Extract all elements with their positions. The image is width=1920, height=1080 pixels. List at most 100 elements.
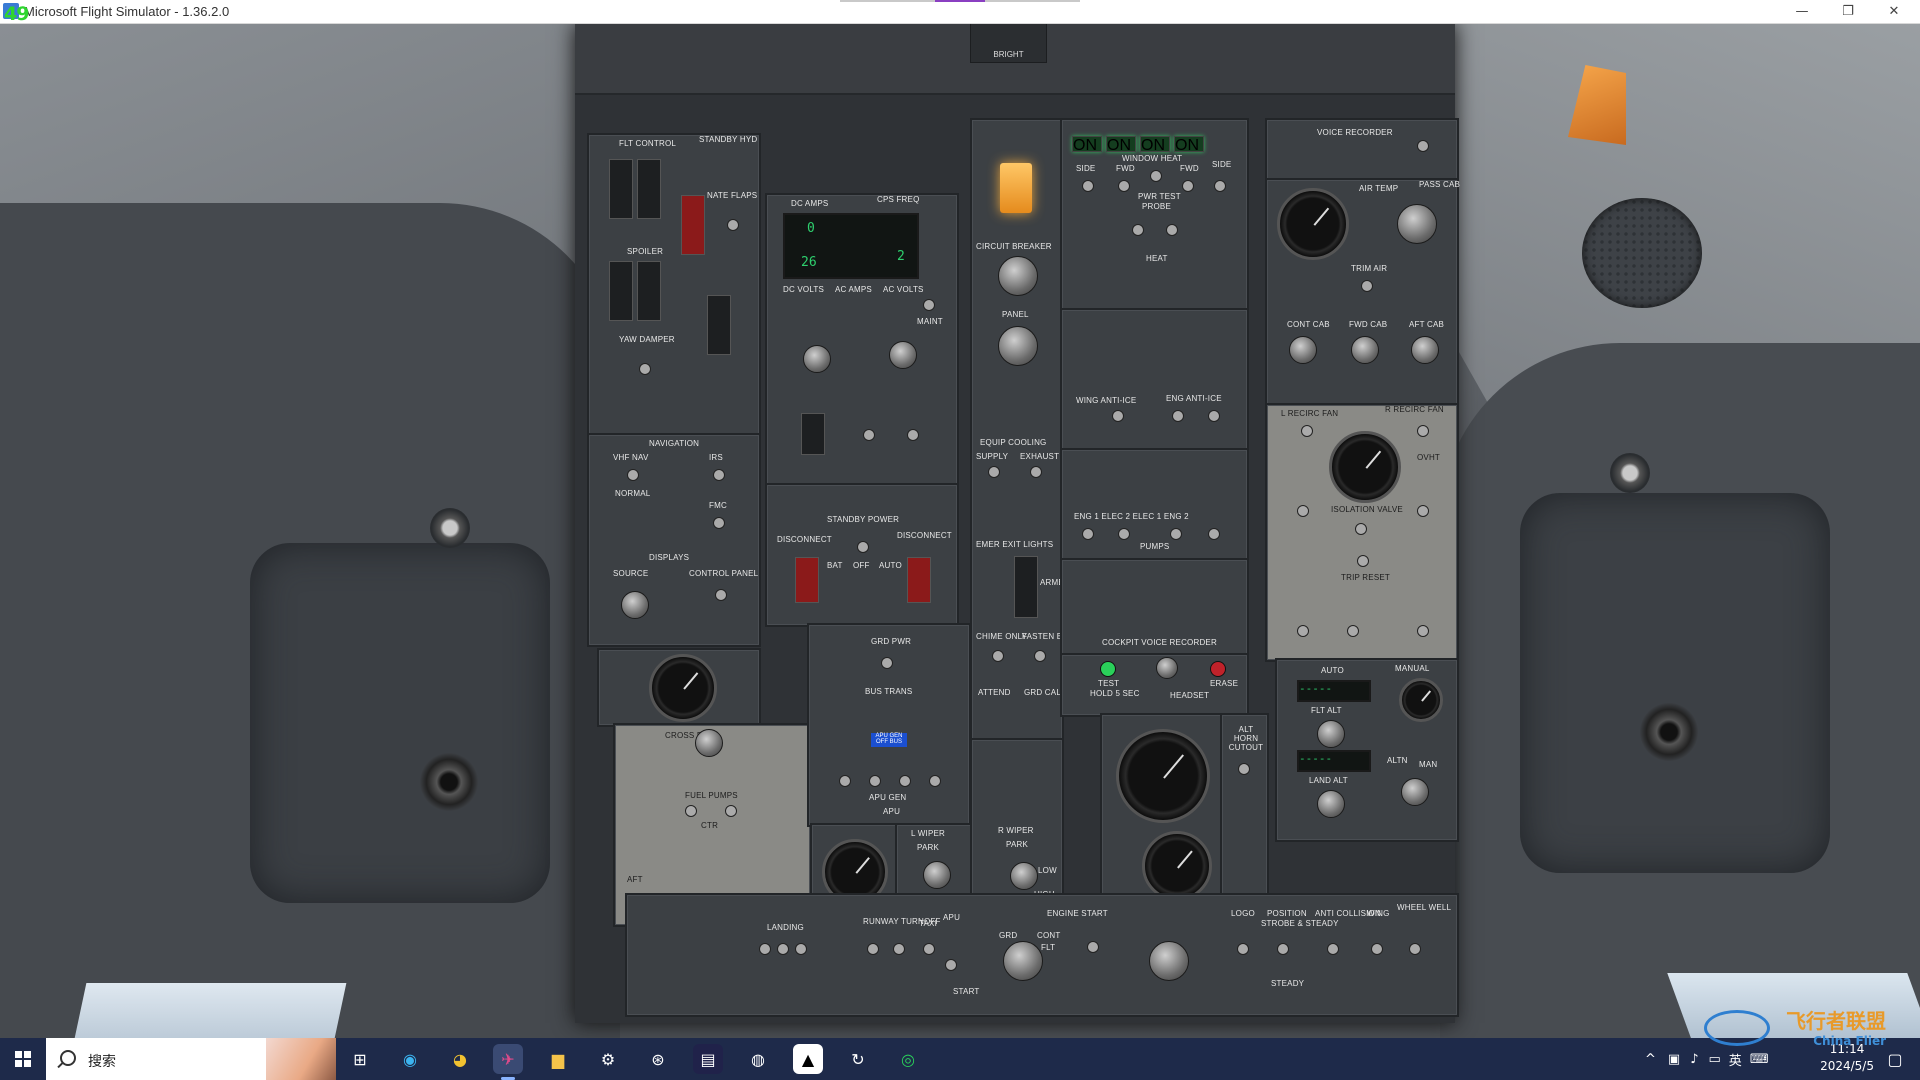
ctr-pump-l-switch[interactable]: [685, 805, 697, 817]
fwd-cab-temp-knob[interactable]: [1351, 336, 1379, 364]
file-explorer-icon[interactable]: ▆: [543, 1044, 573, 1074]
ground-power-switch[interactable]: [881, 657, 893, 669]
probe-heat-a-switch[interactable]: [1132, 224, 1144, 236]
dc-meter-selector-knob[interactable]: [803, 345, 831, 373]
flt-control-b-switch[interactable]: [637, 159, 661, 219]
ac-meter-selector-knob[interactable]: [889, 341, 917, 369]
tray-expand-icon[interactable]: ^: [1645, 1052, 1656, 1067]
minimize-button[interactable]: —: [1780, 0, 1824, 23]
r-bleed-switch[interactable]: [1417, 625, 1429, 637]
flt-alt-knob[interactable]: [1317, 720, 1345, 748]
apu-start-switch[interactable]: [945, 959, 957, 971]
flt-control-a-switch[interactable]: [609, 159, 633, 219]
mxc-app-icon[interactable]: ▲: [793, 1044, 823, 1074]
air-temp-selector-knob[interactable]: [1397, 204, 1437, 244]
taxi-light-switch[interactable]: [923, 943, 935, 955]
left-air-vent[interactable]: [420, 753, 478, 811]
anti-collision-switch[interactable]: [1327, 943, 1339, 955]
steam-icon[interactable]: ⊛: [643, 1044, 673, 1074]
idg-1-disconnect-guard[interactable]: [795, 557, 819, 603]
yaw-damper-switch[interactable]: [639, 363, 651, 375]
isolation-valve-switch[interactable]: [1355, 523, 1367, 535]
notification-icon[interactable]: ▢: [1880, 1044, 1910, 1074]
headset-jack[interactable]: [1156, 657, 1178, 679]
right-air-vent[interactable]: [1640, 703, 1698, 761]
l-recirc-fan-switch[interactable]: [1301, 425, 1313, 437]
window-heat-test-switch[interactable]: [1150, 170, 1162, 182]
no-smoking-switch[interactable]: [992, 650, 1004, 662]
landing-light-2-switch[interactable]: [777, 943, 789, 955]
runway-turnoff-l-switch[interactable]: [867, 943, 879, 955]
cvr-erase-button[interactable]: [1210, 661, 1226, 677]
runway-turnoff-r-switch[interactable]: [893, 943, 905, 955]
aft-cab-temp-knob[interactable]: [1411, 336, 1439, 364]
r-side-window-heat-switch[interactable]: [1214, 180, 1226, 192]
ignition-select-switch[interactable]: [1087, 941, 1099, 953]
ime-indicator[interactable]: 英: [1729, 1050, 1742, 1069]
flight-sim-launcher-icon[interactable]: ▤: [693, 1044, 723, 1074]
wing-anti-ice-switch[interactable]: [1112, 410, 1124, 422]
taskbar-search[interactable]: 搜索: [46, 1038, 336, 1080]
right-wiper-knob[interactable]: [1010, 862, 1038, 890]
wheel-well-light-switch[interactable]: [1409, 943, 1421, 955]
l-bleed-switch[interactable]: [1297, 625, 1309, 637]
circuit-breaker-knob[interactable]: [998, 256, 1038, 296]
cont-cab-temp-knob[interactable]: [1289, 336, 1317, 364]
globe-app-icon[interactable]: ◍: [743, 1044, 773, 1074]
equip-cooling-supply-switch[interactable]: [988, 466, 1000, 478]
elec-2-hyd-pump-switch[interactable]: [1118, 528, 1130, 540]
apu-bleed-switch[interactable]: [1347, 625, 1359, 637]
r-recirc-fan-switch[interactable]: [1417, 425, 1429, 437]
cvr-test-button[interactable]: [1100, 661, 1116, 677]
voice-recorder-switch[interactable]: [1417, 140, 1429, 152]
display-source-knob[interactable]: [621, 591, 649, 619]
control-panel-switch[interactable]: [715, 589, 727, 601]
ife-pass-seat-switch[interactable]: [907, 429, 919, 441]
trim-air-switch[interactable]: [1361, 280, 1373, 292]
irs-switch[interactable]: [713, 469, 725, 481]
land-alt-knob[interactable]: [1317, 790, 1345, 818]
chrome-browser-icon[interactable]: ◕: [445, 1044, 475, 1074]
network-icon[interactable]: ▭: [1709, 1052, 1721, 1067]
gen-1-switch[interactable]: [839, 775, 851, 787]
gen-2-switch[interactable]: [929, 775, 941, 787]
fmc-switch[interactable]: [713, 517, 725, 529]
left-wiper-knob[interactable]: [923, 861, 951, 889]
tray-app-icon[interactable]: ▣: [1668, 1052, 1680, 1067]
probe-heat-b-switch[interactable]: [1166, 224, 1178, 236]
wing-light-switch[interactable]: [1371, 943, 1383, 955]
elec-1-hyd-pump-switch[interactable]: [1170, 528, 1182, 540]
battery-switch-guard[interactable]: [801, 413, 825, 455]
pressurization-mode-knob[interactable]: [1401, 778, 1429, 806]
bright-control[interactable]: BRIGHT: [970, 23, 1047, 63]
close-button[interactable]: ✕: [1872, 0, 1916, 23]
panel-light-knob[interactable]: [998, 326, 1038, 366]
alt-horn-cutout-button[interactable]: [1238, 763, 1250, 775]
l-fwd-window-heat-switch[interactable]: [1118, 180, 1130, 192]
position-light-switch[interactable]: [1277, 943, 1289, 955]
task-view-icon[interactable]: ⊞: [345, 1044, 375, 1074]
landing-light-3-switch[interactable]: [795, 943, 807, 955]
emer-exit-lights-guard[interactable]: [1014, 556, 1038, 618]
trip-reset-button[interactable]: [1357, 555, 1369, 567]
crossfeed-knob[interactable]: [695, 729, 723, 757]
start-button[interactable]: [0, 1038, 46, 1080]
eng-1-hyd-pump-switch[interactable]: [1082, 528, 1094, 540]
fasten-belts-switch[interactable]: [1034, 650, 1046, 662]
ctr-pump-r-switch[interactable]: [725, 805, 737, 817]
apu-gen-1-switch[interactable]: [869, 775, 881, 787]
eng-1-anti-ice-switch[interactable]: [1172, 410, 1184, 422]
logo-light-switch[interactable]: [1237, 943, 1249, 955]
standby-rudder-guard[interactable]: [707, 295, 731, 355]
eng-2-hyd-pump-switch[interactable]: [1208, 528, 1220, 540]
keyboard-layout-icon[interactable]: ⌨: [1750, 1052, 1769, 1067]
equip-cooling-exhaust-switch[interactable]: [1030, 466, 1042, 478]
maint-button[interactable]: [923, 299, 935, 311]
standby-power-switch[interactable]: [857, 541, 869, 553]
spoiler-a-switch[interactable]: [609, 261, 633, 321]
settings-gear-icon[interactable]: ⚙: [593, 1044, 623, 1074]
restore-button[interactable]: ❐: [1826, 0, 1870, 23]
right-reading-light[interactable]: [1610, 453, 1650, 493]
flight-simulator-app-icon[interactable]: ✈: [493, 1044, 523, 1080]
alternate-flaps-switch[interactable]: [727, 219, 739, 231]
